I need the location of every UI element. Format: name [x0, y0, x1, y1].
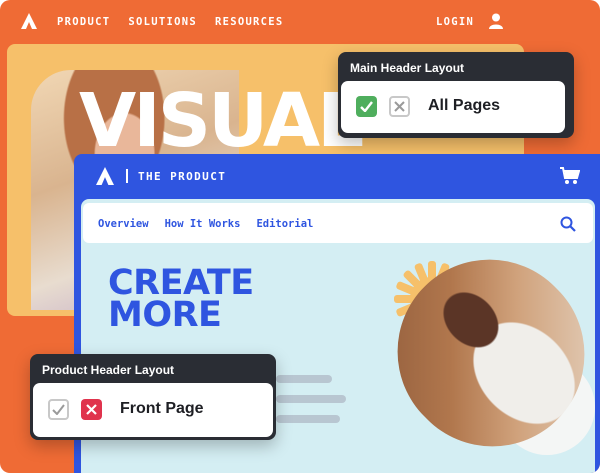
popover-options: Front Page	[33, 383, 273, 437]
x-icon	[394, 101, 405, 112]
main-header-layout-popover: Main Header Layout All Pages	[338, 52, 574, 138]
check-icon	[360, 101, 373, 112]
text-placeholder-line	[276, 395, 346, 403]
popover-options: All Pages	[341, 81, 565, 133]
window-title: THE PRODUCT	[138, 170, 227, 183]
nav-link-overview[interactable]: Overview	[98, 218, 149, 230]
user-icon[interactable]	[489, 13, 503, 29]
login-link[interactable]: LOGIN	[436, 16, 474, 28]
product-nav-bar: Overview How It Works Editorial	[83, 203, 593, 243]
x-toggle-off[interactable]	[389, 96, 410, 117]
app-canvas: PRODUCT SOLUTIONS RESOURCES LOGIN VISUAL…	[0, 0, 600, 473]
option-label: All Pages	[428, 97, 501, 114]
text-placeholder-line	[276, 375, 332, 383]
top-navigation: PRODUCT SOLUTIONS RESOURCES LOGIN	[0, 0, 600, 44]
nav-link-solutions[interactable]: SOLUTIONS	[128, 16, 197, 28]
x-icon	[86, 404, 97, 415]
title-divider	[126, 169, 128, 183]
headline-line-2: MORE	[108, 295, 222, 335]
nav-link-editorial[interactable]: Editorial	[256, 218, 313, 230]
check-icon	[52, 404, 65, 415]
check-toggle-off[interactable]	[48, 399, 69, 420]
logo-icon[interactable]	[21, 13, 37, 29]
product-header-layout-popover: Product Header Layout Front Page	[30, 354, 276, 440]
hero-big-text: VISUAL	[79, 78, 364, 164]
option-label: Front Page	[120, 400, 204, 417]
popover-title: Main Header Layout	[350, 61, 465, 75]
nav-links: PRODUCT SOLUTIONS RESOURCES	[57, 16, 284, 28]
check-toggle-on[interactable]	[356, 96, 377, 117]
logo-icon[interactable]	[96, 167, 114, 185]
search-icon[interactable]	[560, 216, 576, 232]
popover-title: Product Header Layout	[42, 363, 175, 377]
nav-link-how-it-works[interactable]: How It Works	[165, 218, 241, 230]
headline: CREATE MORE	[108, 266, 254, 335]
x-toggle-on[interactable]	[81, 399, 102, 420]
nav-link-product[interactable]: PRODUCT	[57, 16, 110, 28]
product-nav-links: Overview How It Works Editorial	[98, 218, 313, 230]
nav-link-resources[interactable]: RESOURCES	[215, 16, 284, 28]
text-placeholder-line	[276, 415, 340, 423]
cart-icon[interactable]	[560, 167, 580, 185]
